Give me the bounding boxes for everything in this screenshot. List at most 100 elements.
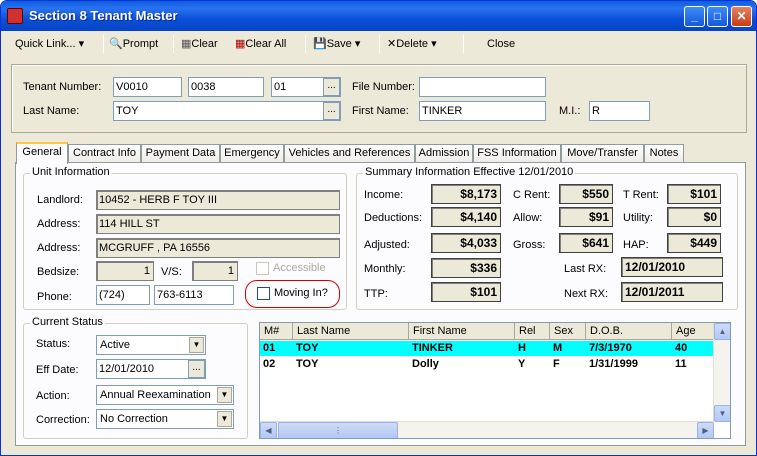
scroll-left-icon[interactable]: ◀: [260, 422, 277, 438]
address-line-1-field: 114 HILL ST: [96, 214, 340, 234]
tab-general[interactable]: General: [16, 142, 68, 164]
dob-cell: 1/31/1999: [589, 358, 638, 370]
tab-payment-data[interactable]: Payment Data: [141, 144, 220, 163]
close-button[interactable]: Close: [487, 35, 515, 53]
clear-all-button[interactable]: ▦Clear All: [235, 35, 286, 53]
file-number-field[interactable]: [419, 77, 546, 97]
toolbar-separator: [173, 35, 174, 53]
moving-in-label: Moving In?: [274, 287, 328, 299]
last-name-lookup-button[interactable]: ...: [323, 102, 340, 120]
phone-label: Phone:: [37, 291, 72, 303]
dropdown-arrow-icon: ▾: [78, 38, 85, 50]
tab-emergency[interactable]: Emergency: [220, 144, 284, 163]
prompt-button[interactable]: 🔍Prompt: [109, 35, 158, 53]
first-name-cell: TINKER: [412, 342, 453, 354]
clear-icon: ▦: [181, 38, 192, 50]
utility-value: $0: [667, 207, 721, 227]
delete-button[interactable]: ✕Delete ▾: [387, 35, 437, 53]
status-label: Status:: [36, 338, 71, 350]
tab-vehicles-references[interactable]: Vehicles and References: [284, 144, 415, 163]
utility-label: Utility:: [623, 212, 653, 224]
dropdown-arrow-icon: ▾: [354, 38, 361, 50]
eff-date-picker-button[interactable]: ...: [188, 360, 205, 378]
tab-contract-info[interactable]: Contract Info: [68, 144, 141, 163]
tenant-number-field-1[interactable]: V0010: [113, 77, 182, 97]
member-number-cell: 01: [263, 342, 276, 354]
horizontal-scroll-thumb[interactable]: ⋮: [278, 422, 398, 438]
dropdown-arrow-icon[interactable]: ▼: [217, 387, 232, 403]
delete-x-icon: ✕: [387, 38, 397, 50]
last-name-field[interactable]: TOY: [113, 101, 341, 121]
header-frame: [11, 64, 747, 133]
tenant-lookup-button[interactable]: ...: [323, 78, 340, 96]
save-button[interactable]: 💾Save ▾: [313, 35, 360, 53]
next-rx-value: 12/01/2011: [621, 282, 723, 302]
close-window-button[interactable]: ✕: [731, 6, 752, 27]
clear-button[interactable]: ▦Clear: [181, 35, 218, 53]
tab-admission[interactable]: Admission: [415, 144, 473, 163]
dropdown-arrow-icon[interactable]: ▼: [217, 411, 232, 427]
eff-date-label: Eff Date:: [36, 364, 79, 376]
vertical-scrollbar[interactable]: ▲ ▼: [713, 323, 730, 422]
age-cell: 40: [675, 342, 688, 354]
action-dropdown[interactable]: Annual Reexamination ▼: [96, 385, 234, 405]
income-label: Income:: [364, 189, 404, 201]
last-rx-label: Last RX:: [564, 263, 607, 275]
action-label: Action:: [36, 390, 70, 402]
current-status-title: Current Status: [30, 316, 105, 328]
tenant-number-field-2[interactable]: 0038: [188, 77, 264, 97]
column-header-sex[interactable]: Sex: [550, 323, 586, 340]
tab-notes[interactable]: Notes: [644, 144, 684, 163]
accessible-checkbox[interactable]: [256, 262, 269, 275]
table-row[interactable]: 01 TOY TINKER H M 7/3/1970 40: [260, 341, 714, 356]
column-header-rel[interactable]: Rel: [515, 323, 550, 340]
column-header-age[interactable]: Age: [672, 323, 714, 340]
correction-dropdown[interactable]: No Correction ▼: [96, 409, 234, 429]
next-rx-label: Next RX:: [564, 288, 609, 300]
sex-cell: M: [553, 342, 563, 354]
tenant-number-label: Tenant Number:: [23, 81, 102, 93]
status-dropdown[interactable]: Active ▼: [96, 335, 206, 355]
address-label: Address:: [37, 218, 81, 230]
last-name-label: Last Name:: [23, 105, 80, 117]
column-header-first-name[interactable]: First Name: [409, 323, 515, 340]
scroll-down-icon[interactable]: ▼: [714, 405, 730, 422]
summary-information-title: Summary Information Effective 12/01/2010: [363, 166, 576, 178]
column-header-last-name[interactable]: Last Name: [293, 323, 409, 340]
first-name-field[interactable]: TINKER: [419, 101, 546, 121]
rel-cell: Y: [518, 358, 526, 370]
ttp-value: $101: [431, 282, 501, 302]
deductions-label: Deductions:: [364, 212, 423, 224]
vs-field: 1: [192, 261, 238, 281]
moving-in-checkbox[interactable]: [257, 287, 270, 300]
t-rent-label: T Rent:: [623, 189, 659, 201]
title-bar[interactable]: Section 8 Tenant Master _ □ ✕: [1, 1, 756, 31]
first-name-label: First Name:: [352, 105, 409, 117]
last-name-cell: TOY: [296, 342, 319, 354]
phone-number-field[interactable]: 763-6113: [154, 285, 234, 305]
dropdown-arrow-icon: ▾: [431, 38, 437, 50]
household-members-grid: M# Last Name First Name Rel Sex D.O.B. A…: [259, 322, 731, 439]
table-row[interactable]: 02 TOY Dolly Y F 1/31/1999 11: [260, 357, 714, 372]
scroll-up-icon[interactable]: ▲: [714, 323, 730, 340]
mi-field[interactable]: R: [589, 101, 650, 121]
tab-move-transfer[interactable]: Move/Transfer: [561, 144, 644, 163]
horizontal-scrollbar[interactable]: ◀ ⋮ ▶: [260, 421, 714, 438]
minimize-button[interactable]: _: [684, 6, 705, 27]
dropdown-arrow-icon[interactable]: ▼: [189, 337, 204, 353]
window-title: Section 8 Tenant Master: [29, 8, 178, 23]
phone-area-code-field[interactable]: (724): [96, 285, 150, 305]
age-cell: 11: [675, 358, 687, 370]
maximize-button[interactable]: □: [707, 6, 728, 27]
tab-fss-information[interactable]: FSS Information: [473, 144, 561, 163]
unit-information-title: Unit Information: [30, 166, 112, 178]
quick-link-button[interactable]: Quick Link... ▾: [15, 35, 84, 53]
toolbar-separator: [463, 35, 464, 53]
t-rent-value: $101: [667, 184, 721, 204]
app-icon: [7, 8, 23, 24]
scroll-right-icon[interactable]: ▶: [697, 422, 714, 438]
column-header-dob[interactable]: D.O.B.: [586, 323, 672, 340]
toolbar-separator: [305, 35, 306, 53]
column-header-member-number[interactable]: M#: [260, 323, 293, 340]
address-2-label: Address:: [37, 242, 81, 254]
